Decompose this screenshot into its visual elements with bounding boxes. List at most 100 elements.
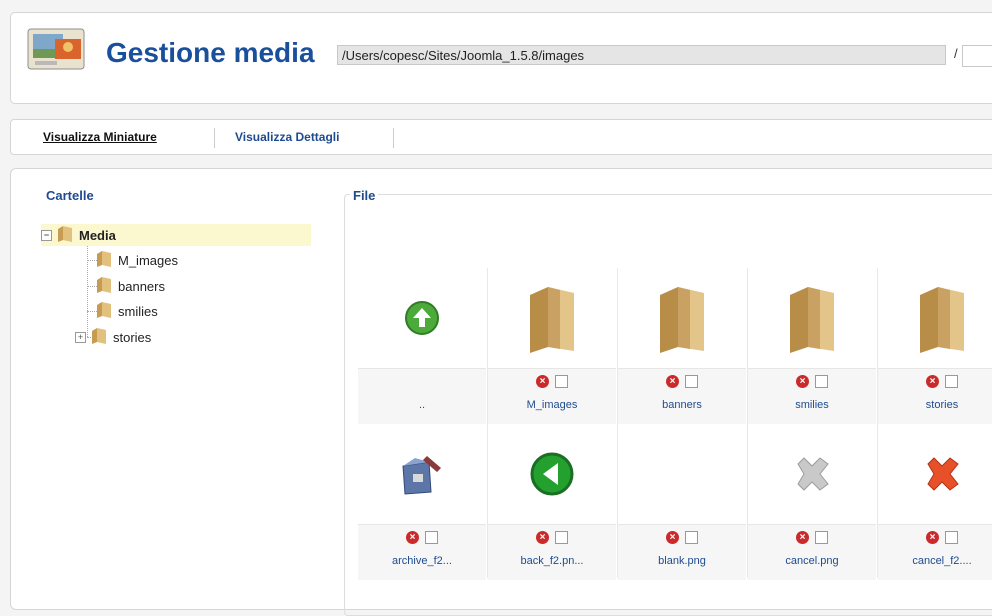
item-controls: × smilies bbox=[748, 368, 876, 424]
grid-divider bbox=[747, 268, 748, 578]
item-controls: × stories bbox=[878, 368, 992, 424]
tab-details[interactable]: Visualizza Dettagli bbox=[235, 130, 339, 144]
folder-icon bbox=[530, 287, 574, 353]
file-name-link[interactable]: stories bbox=[878, 399, 992, 411]
select-checkbox[interactable] bbox=[945, 531, 958, 544]
thumbnail[interactable] bbox=[488, 268, 616, 368]
media-manager-icon bbox=[27, 25, 89, 73]
select-checkbox[interactable] bbox=[555, 531, 568, 544]
blank-icon[interactable] bbox=[618, 424, 746, 524]
item-controls: .. bbox=[358, 368, 486, 424]
thumbnail[interactable] bbox=[748, 424, 876, 524]
item-controls: × M_images bbox=[488, 368, 616, 424]
file-item[interactable]: × archive_f2... bbox=[358, 424, 486, 580]
file-name-link[interactable]: cancel.png bbox=[748, 555, 876, 567]
expand-toggle-icon[interactable]: + bbox=[75, 331, 86, 343]
file-name-link[interactable]: banners bbox=[618, 399, 746, 411]
select-checkbox[interactable] bbox=[555, 375, 568, 388]
thumbnail[interactable] bbox=[358, 268, 486, 368]
file-item[interactable]: × M_images bbox=[488, 268, 616, 424]
delete-icon[interactable]: × bbox=[796, 531, 809, 544]
select-checkbox[interactable] bbox=[945, 375, 958, 388]
thumbnail[interactable] bbox=[878, 268, 992, 368]
file-item[interactable]: × banners bbox=[618, 268, 746, 424]
grid-divider bbox=[617, 268, 618, 578]
file-name-link[interactable]: M_images bbox=[488, 399, 616, 411]
tab-thumbnails[interactable]: Visualizza Miniature bbox=[43, 130, 157, 144]
archive-icon bbox=[402, 456, 441, 495]
folder-icon bbox=[95, 301, 113, 322]
tree-item-m-images[interactable]: M_images bbox=[95, 249, 178, 271]
view-tabs: Visualizza Miniature Visualizza Dettagli bbox=[10, 119, 992, 155]
grid-divider bbox=[487, 268, 488, 578]
item-controls: × cancel_f2.... bbox=[878, 524, 992, 580]
back-arrow-icon bbox=[530, 452, 574, 496]
select-checkbox[interactable] bbox=[685, 531, 698, 544]
tab-divider bbox=[214, 128, 215, 148]
folder-icon bbox=[95, 250, 113, 271]
delete-icon[interactable]: × bbox=[926, 375, 939, 388]
item-controls: × archive_f2... bbox=[358, 524, 486, 580]
delete-icon[interactable]: × bbox=[406, 531, 419, 544]
tree-connector bbox=[87, 244, 88, 337]
delete-icon[interactable]: × bbox=[536, 531, 549, 544]
path-separator: / bbox=[954, 46, 958, 61]
up-arrow-icon bbox=[405, 301, 439, 335]
files-legend: File bbox=[350, 188, 379, 203]
tree-item-media[interactable]: − Media bbox=[41, 224, 311, 246]
thumbnail[interactable] bbox=[358, 424, 486, 524]
tree-item-label: Media bbox=[79, 227, 116, 243]
tree-item-label: smilies bbox=[118, 303, 158, 319]
tree-item-label: M_images bbox=[118, 252, 178, 268]
file-name-link[interactable]: back_f2.pn... bbox=[488, 555, 616, 567]
tree-item-banners[interactable]: banners bbox=[95, 275, 165, 297]
file-name-link[interactable]: archive_f2... bbox=[358, 555, 486, 567]
thumbnail[interactable] bbox=[878, 424, 992, 524]
folder-icon bbox=[790, 287, 834, 353]
delete-icon[interactable]: × bbox=[796, 375, 809, 388]
thumbnail[interactable] bbox=[618, 268, 746, 368]
thumbnail[interactable] bbox=[748, 268, 876, 368]
page-title: Gestione media bbox=[106, 37, 315, 68]
select-checkbox[interactable] bbox=[685, 375, 698, 388]
folder-icon bbox=[660, 287, 704, 353]
item-controls: × cancel.png bbox=[748, 524, 876, 580]
cancel-red-icon bbox=[927, 457, 959, 491]
file-name-link[interactable]: smilies bbox=[748, 399, 876, 411]
file-name-link[interactable]: blank.png bbox=[618, 555, 746, 567]
grid-divider bbox=[877, 268, 878, 578]
folder-icon bbox=[95, 276, 113, 297]
collapse-toggle-icon[interactable]: − bbox=[41, 229, 52, 241]
delete-icon[interactable]: × bbox=[536, 375, 549, 388]
tab-divider bbox=[393, 128, 394, 148]
folder-icon bbox=[90, 327, 108, 348]
select-checkbox[interactable] bbox=[815, 375, 828, 388]
folder-icon bbox=[56, 225, 74, 246]
file-item[interactable]: × blank.png bbox=[618, 424, 746, 580]
select-checkbox[interactable] bbox=[815, 531, 828, 544]
file-name-link[interactable]: cancel_f2.... bbox=[878, 555, 992, 567]
folder-name-input[interactable] bbox=[962, 45, 992, 67]
tree-item-smilies[interactable]: smilies bbox=[95, 300, 158, 322]
file-item[interactable]: × back_f2.pn... bbox=[488, 424, 616, 580]
delete-icon[interactable]: × bbox=[666, 531, 679, 544]
cancel-gray-icon bbox=[797, 457, 829, 491]
tree-item-label: stories bbox=[113, 329, 152, 345]
item-controls: × banners bbox=[618, 368, 746, 424]
delete-icon[interactable]: × bbox=[926, 531, 939, 544]
file-item[interactable]: × cancel.png bbox=[748, 424, 876, 580]
delete-icon[interactable]: × bbox=[666, 375, 679, 388]
item-controls: × blank.png bbox=[618, 524, 746, 580]
file-item[interactable]: × stories bbox=[878, 268, 992, 424]
file-item[interactable]: × smilies bbox=[748, 268, 876, 424]
tree-item-stories[interactable]: + stories bbox=[75, 326, 151, 348]
file-item[interactable]: × cancel_f2.... bbox=[878, 424, 992, 580]
folder-icon bbox=[920, 287, 964, 353]
file-name-link[interactable]: .. bbox=[358, 399, 486, 411]
thumbnail[interactable] bbox=[488, 424, 616, 524]
select-checkbox[interactable] bbox=[425, 531, 438, 544]
folders-legend: Cartelle bbox=[46, 188, 94, 203]
item-controls: × back_f2.pn... bbox=[488, 524, 616, 580]
path-input[interactable]: /Users/copesc/Sites/Joomla_1.5.8/images bbox=[337, 45, 946, 65]
file-item[interactable]: .. bbox=[358, 268, 486, 424]
